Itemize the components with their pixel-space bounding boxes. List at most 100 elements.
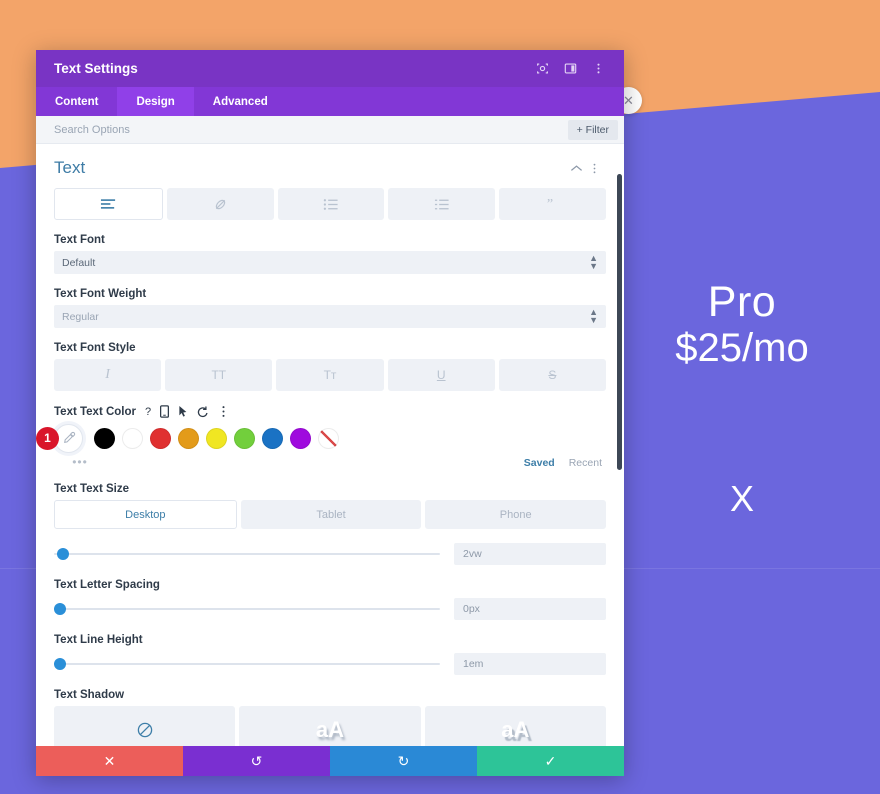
- link-icon[interactable]: [166, 188, 274, 220]
- tab-advanced[interactable]: Advanced: [194, 87, 287, 116]
- slider-knob[interactable]: [54, 603, 66, 615]
- text-size-label: Text Text Size: [54, 483, 129, 495]
- tab-design[interactable]: Design: [117, 87, 194, 116]
- swatch-black[interactable]: [94, 427, 115, 449]
- slider-track: [54, 663, 440, 665]
- chevron-up-icon[interactable]: [570, 164, 588, 173]
- reset-icon[interactable]: [197, 406, 209, 418]
- color-picker-wrapper: 1: [36, 423, 83, 453]
- letter-spacing-label: Text Letter Spacing: [54, 579, 160, 591]
- text-format-button-group: ”: [54, 188, 606, 220]
- italic-icon[interactable]: I: [54, 359, 162, 391]
- text-shadow-label: Text Shadow: [54, 689, 125, 701]
- ordered-list-icon[interactable]: [388, 188, 496, 220]
- search-bar: + Filter: [36, 116, 624, 144]
- text-font-weight-label: Text Font Weight: [54, 288, 147, 300]
- scrollbar-thumb[interactable]: [617, 174, 622, 470]
- cancel-button[interactable]: ✕: [36, 746, 183, 776]
- tab-content[interactable]: Content: [36, 87, 117, 116]
- swatch-blue[interactable]: [262, 427, 283, 449]
- text-font-weight-value: Regular: [62, 310, 99, 323]
- focus-target-icon[interactable]: [528, 55, 556, 83]
- shadow-preset-1[interactable]: aA: [239, 706, 421, 746]
- undo-button[interactable]: ↺: [183, 746, 330, 776]
- swatch-transparent[interactable]: [318, 427, 339, 449]
- quote-icon[interactable]: ”: [499, 188, 606, 220]
- line-height-slider-row: 1em: [54, 653, 606, 675]
- device-tab-tablet[interactable]: Tablet: [240, 500, 422, 529]
- line-height-slider[interactable]: [54, 658, 440, 670]
- text-size-value[interactable]: 2vw: [454, 543, 606, 565]
- layout-panel-icon[interactable]: [556, 55, 584, 83]
- text-color-label-row: Text Text Color ?: [54, 405, 606, 418]
- section-more-vertical-icon[interactable]: [588, 162, 606, 175]
- saved-colors-tab[interactable]: Saved: [524, 457, 555, 469]
- settings-content: Text ” Text Font Default ▲ ▼ Text Font W…: [36, 144, 624, 746]
- slider-knob[interactable]: [57, 548, 69, 560]
- pricing-feature-x: X: [729, 478, 754, 519]
- text-font-style-group: I TT Tт U S: [54, 359, 607, 391]
- redo-button[interactable]: ↻: [330, 746, 477, 776]
- search-input[interactable]: [54, 123, 568, 136]
- text-section-header: Text: [54, 144, 606, 188]
- text-font-value: Default: [62, 256, 96, 269]
- color-more-vertical-icon[interactable]: [218, 405, 229, 418]
- pricing-plan-name: Pro: [707, 278, 777, 326]
- line-height-value[interactable]: 1em: [454, 653, 606, 675]
- svg-text:”: ”: [546, 198, 552, 211]
- modal-title: Text Settings: [54, 61, 138, 76]
- text-font-weight-select[interactable]: Regular ▲ ▼: [54, 305, 606, 328]
- swatch-yellow[interactable]: [206, 427, 227, 449]
- text-size-slider[interactable]: [54, 548, 440, 560]
- shadow-preset-2[interactable]: aA: [424, 706, 606, 746]
- color-swatch-row: 1: [36, 423, 606, 453]
- text-size-slider-row: 2vw: [54, 543, 606, 565]
- device-tab-phone[interactable]: Phone: [425, 500, 607, 529]
- text-size-device-tabs: Desktop Tablet Phone: [54, 500, 607, 529]
- text-font-style-label: Text Font Style: [54, 342, 136, 354]
- swatch-green[interactable]: [234, 427, 255, 449]
- color-swatch-subrow: ••• Saved Recent: [54, 452, 606, 469]
- select-arrows-icon: ▲ ▼: [589, 307, 598, 325]
- no-shadow-icon[interactable]: [54, 706, 236, 746]
- help-icon[interactable]: ?: [145, 406, 151, 418]
- save-button[interactable]: ✓: [477, 746, 624, 776]
- strikethrough-icon[interactable]: S: [498, 359, 607, 391]
- scrollbar-track[interactable]: [617, 144, 622, 746]
- letter-spacing-value[interactable]: 0px: [454, 598, 606, 620]
- select-arrows-icon: ▲ ▼: [589, 253, 598, 271]
- device-tab-desktop[interactable]: Desktop: [54, 500, 237, 529]
- swatch-red[interactable]: [150, 427, 171, 449]
- underline-icon[interactable]: U: [387, 359, 495, 391]
- small-caps-icon[interactable]: Tт: [276, 359, 384, 391]
- settings-scroll-area: Text ” Text Font Default ▲ ▼ Text Font W…: [36, 144, 624, 746]
- hover-cursor-icon[interactable]: [178, 405, 188, 418]
- modal-tabs: Content Design Advanced: [36, 87, 624, 116]
- line-height-label: Text Line Height: [54, 634, 143, 646]
- text-color-label: Text Text Color: [54, 405, 136, 418]
- pricing-plan-price: $25/mo: [675, 326, 809, 370]
- slider-track: [54, 553, 440, 555]
- swatch-purple[interactable]: [290, 427, 311, 449]
- color-step-badge: 1: [36, 426, 59, 450]
- unordered-list-icon[interactable]: [277, 188, 385, 220]
- slider-track: [54, 608, 440, 610]
- modal-footer: ✕ ↺ ↻ ✓: [36, 746, 624, 776]
- swatch-white[interactable]: [122, 427, 143, 449]
- swatch-orange[interactable]: [178, 427, 199, 449]
- recent-colors-tab[interactable]: Recent: [569, 457, 602, 469]
- more-vertical-icon[interactable]: [584, 55, 612, 83]
- uppercase-icon[interactable]: TT: [165, 359, 273, 391]
- modal-titlebar: Text Settings: [36, 50, 624, 87]
- text-shadow-group: aA aA: [54, 706, 606, 746]
- section-title: Text: [54, 158, 86, 177]
- letter-spacing-slider-row: 0px: [54, 598, 606, 620]
- responsive-device-icon[interactable]: [160, 405, 170, 418]
- text-settings-modal: Text Settings Content Design Advanced Se…: [36, 50, 624, 776]
- slider-knob[interactable]: [54, 658, 66, 670]
- align-left-icon[interactable]: [54, 188, 163, 220]
- filter-button[interactable]: + Filter: [567, 119, 618, 140]
- letter-spacing-slider[interactable]: [54, 603, 440, 615]
- more-colors-button[interactable]: •••: [54, 455, 106, 469]
- text-font-select[interactable]: Default ▲ ▼: [54, 251, 606, 274]
